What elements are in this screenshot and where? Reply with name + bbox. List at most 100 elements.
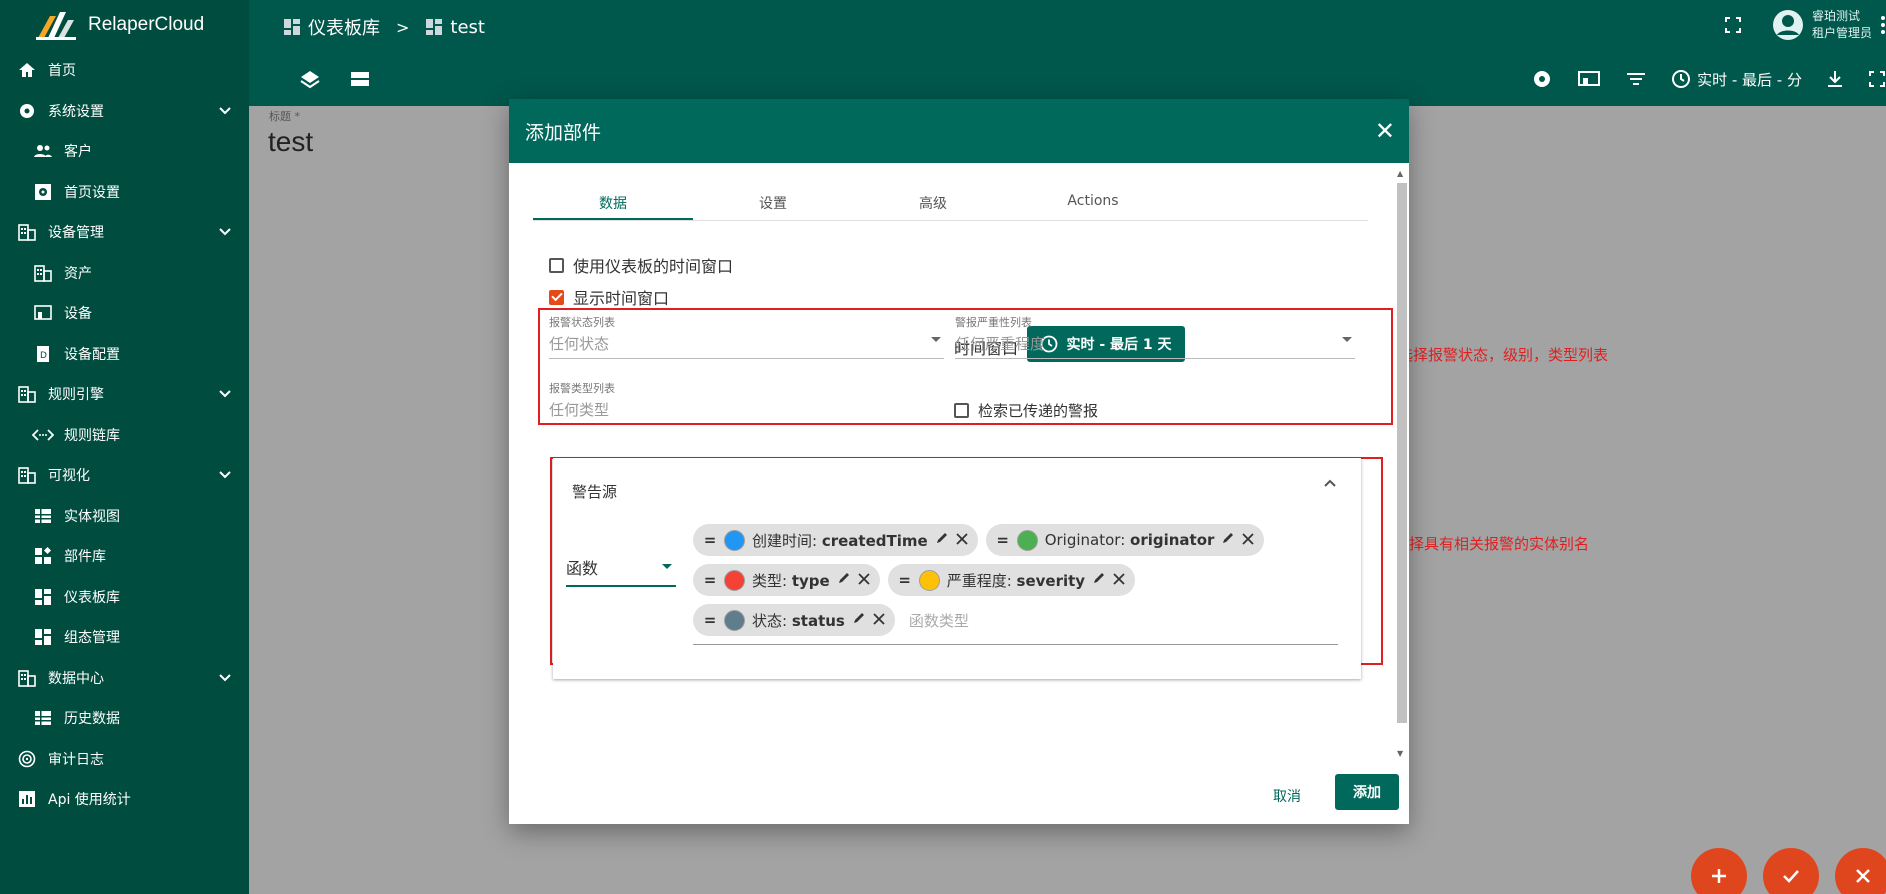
sidebar-item[interactable]: 资产 (0, 253, 249, 294)
chevron-down-icon[interactable] (219, 224, 231, 240)
breadcrumb-parent-label: 仪表板库 (308, 18, 380, 39)
sidebar-item[interactable]: 历史数据 (0, 698, 249, 739)
timewindow-selector[interactable]: 实时 - 最后 - 分 (1671, 69, 1802, 90)
edit-icon[interactable] (935, 531, 949, 549)
sidebar-item[interactable]: 规则链库 (0, 415, 249, 456)
sidebar-item[interactable]: 实体视图 (0, 496, 249, 537)
sidebar-item[interactable]: 数据中心 (0, 658, 249, 699)
cancel-button[interactable]: 取消 (1261, 778, 1313, 814)
sidebar-item[interactable]: 部件库 (0, 536, 249, 577)
tab-0[interactable]: 数据 (533, 185, 693, 220)
remove-icon[interactable] (956, 531, 968, 549)
sidebar-item[interactable]: 系统设置 (0, 91, 249, 132)
scrollbar[interactable]: ▲ ▼ (1395, 169, 1407, 758)
edit-icon[interactable] (837, 571, 851, 589)
sidebar-item[interactable]: 组态管理 (0, 617, 249, 658)
fullscreen-icon[interactable] (1868, 70, 1886, 88)
sidebar-item[interactable]: 规则引擎 (0, 374, 249, 415)
edit-icon[interactable] (1092, 571, 1106, 589)
tab-2[interactable]: 高级 (853, 185, 1013, 220)
drag-handle-icon[interactable]: = (703, 611, 717, 629)
sidebar-item[interactable]: 审计日志 (0, 739, 249, 780)
key-input-placeholder[interactable]: 函数类型 (909, 610, 969, 631)
filter-icon[interactable] (1625, 70, 1647, 88)
sidebar-item[interactable]: 设备管理 (0, 212, 249, 253)
chevron-down-icon[interactable] (219, 467, 231, 483)
alarm-severity-select[interactable]: 警报严重性列表 任何严重程度 (955, 314, 1355, 359)
sidebar-item[interactable]: 仪表板库 (0, 577, 249, 618)
breadcrumb-parent[interactable]: 仪表板库 (283, 14, 380, 40)
brand[interactable]: RelaperCloud (0, 0, 249, 50)
search-propagated-checkbox[interactable]: 检索已传递的警报 (954, 400, 1098, 421)
chevron-down-icon[interactable] (219, 386, 231, 402)
dashboard-title[interactable]: test (268, 126, 313, 158)
sidebar-item[interactable]: 首页 (0, 50, 249, 91)
close-icon[interactable]: ✕ (1375, 119, 1395, 143)
scroll-up-arrow[interactable]: ▲ (1397, 169, 1403, 178)
tab-1[interactable]: 设置 (693, 185, 853, 220)
fullscreen-icon[interactable] (1724, 16, 1742, 34)
checkbox-box[interactable] (954, 403, 969, 418)
user-menu[interactable]: 睿珀测试 租户管理员 (1772, 8, 1886, 42)
edit-icon[interactable] (852, 611, 866, 629)
color-swatch[interactable] (918, 569, 940, 591)
sidebar-item-label: 规则引擎 (48, 387, 104, 404)
dropdown-arrow-icon (931, 337, 941, 342)
more-vert-icon[interactable] (1880, 14, 1886, 36)
field-label: 警报严重性列表 (955, 316, 1032, 329)
drag-handle-icon[interactable]: = (703, 531, 717, 549)
alarm-type-input[interactable]: 报警类型列表 任何类型 (549, 380, 944, 420)
scrollbar-thumb[interactable] (1397, 183, 1407, 723)
entity-view-icon (32, 707, 54, 729)
color-swatch[interactable] (1016, 529, 1038, 551)
chevron-up-icon[interactable] (1323, 478, 1337, 488)
alarm-key-chip[interactable]: = 严重程度: severity (887, 564, 1136, 596)
color-swatch[interactable] (724, 569, 745, 591)
alarm-key-chip[interactable]: = 状态: status (693, 604, 895, 636)
layers-icon[interactable] (299, 68, 321, 90)
dialog-content: ▲ ▼ 数据 设置 高级 Actions 使用仪表板的时间窗口 显示时间窗口 时间窗口… (509, 163, 1409, 764)
drag-handle-icon[interactable]: = (703, 571, 717, 589)
alarm-status-select[interactable]: 报警状态列表 任何状态 (549, 314, 944, 359)
sidebar-item[interactable]: 首页设置 (0, 172, 249, 213)
annotation-filters: 选择报警状态，级别，类型列表 (1398, 346, 1609, 364)
color-swatch[interactable] (724, 529, 745, 551)
checkbox-box[interactable] (549, 289, 564, 305)
sidebar-item-label: 数据中心 (48, 670, 104, 687)
devices-icon[interactable] (1577, 69, 1601, 89)
sidebar-item[interactable]: 设备 (0, 293, 249, 334)
display-timewindow-checkbox[interactable]: 显示时间窗口 (549, 285, 669, 309)
sidebar-item-label: 审计日志 (48, 751, 104, 768)
sidebar-item[interactable]: 可视化 (0, 455, 249, 496)
cancel-changes-fab[interactable] (1835, 848, 1886, 894)
sidebar-item-label: Api 使用统计 (48, 792, 131, 809)
chip-label: 类型: type (752, 571, 830, 590)
remove-icon[interactable] (858, 571, 870, 589)
tab-3[interactable]: Actions (1013, 185, 1173, 220)
alarm-key-chip[interactable]: = 类型: type (693, 564, 880, 596)
chevron-down-icon[interactable] (219, 670, 231, 686)
remove-icon[interactable] (873, 611, 885, 629)
alarm-key-chip[interactable]: = Originator: originator (985, 524, 1265, 556)
sidebar-item[interactable]: Api 使用统计 (0, 779, 249, 820)
remove-icon[interactable] (1113, 571, 1125, 589)
chevron-down-icon[interactable] (219, 103, 231, 119)
sidebar-item[interactable]: D 设备配置 (0, 334, 249, 375)
edit-icon[interactable] (1221, 531, 1235, 549)
settings-icon[interactable] (1531, 68, 1553, 90)
sidebar-item-label: 设备 (64, 306, 92, 323)
sidebar-item-label: 首页设置 (64, 184, 120, 201)
sidebar-item[interactable]: 客户 (0, 131, 249, 172)
remove-icon[interactable] (1242, 531, 1255, 549)
layout-icon[interactable] (349, 68, 371, 90)
drag-handle-icon[interactable]: = (898, 571, 912, 589)
checkbox-box[interactable] (549, 257, 564, 273)
drag-handle-icon[interactable]: = (996, 531, 1010, 549)
source-type-select[interactable]: 函数 (566, 555, 676, 587)
color-swatch[interactable] (724, 609, 745, 631)
add-button[interactable]: 添加 (1335, 774, 1399, 810)
scroll-down-arrow[interactable]: ▼ (1397, 749, 1403, 758)
alarm-key-chip[interactable]: = 创建时间: createdTime (693, 524, 978, 556)
download-icon[interactable] (1826, 69, 1844, 89)
use-dashboard-timewindow-checkbox[interactable]: 使用仪表板的时间窗口 (549, 253, 733, 277)
